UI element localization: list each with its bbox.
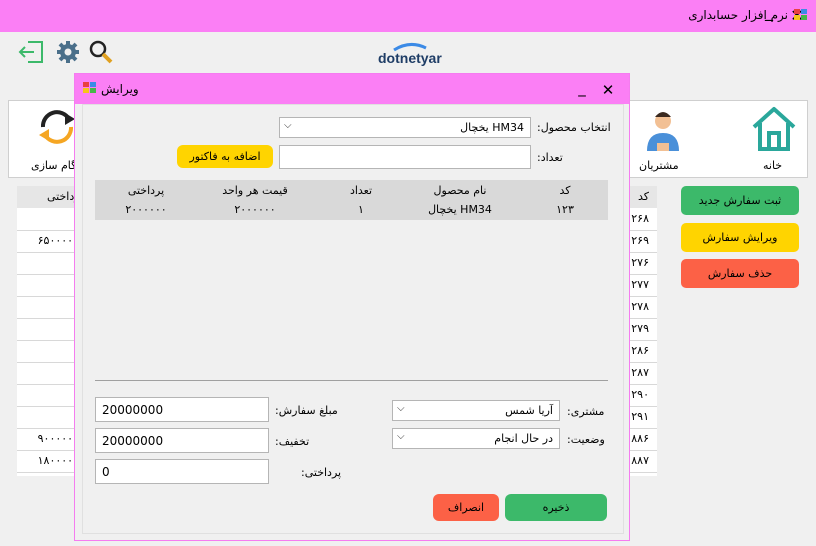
logo: dotnetyar <box>378 50 442 66</box>
row-ref: ۸۸۶ <box>631 432 649 445</box>
row-ref: ۲۸۶ <box>631 344 649 357</box>
add-to-invoice-button[interactable]: اضافه به فاکتور <box>177 145 273 168</box>
nav-home-label[interactable]: خانه <box>763 159 782 172</box>
row-ref: ۲۹۰ <box>631 388 649 401</box>
amount-value: 20000000 <box>102 403 164 417</box>
app-icon <box>794 9 807 20</box>
nav-customers-label[interactable]: مشتریان <box>639 159 679 172</box>
row-ref: ۸۸۷ <box>631 454 649 467</box>
exit-icon[interactable] <box>18 40 44 64</box>
customer-label: مشتری: <box>567 405 605 418</box>
row-paid: ۰ <box>21 344 79 357</box>
cell-qty[interactable]: ۱ <box>327 203 395 216</box>
row-paid: ۰ <box>21 278 79 291</box>
chevron-down-icon: ⌵ <box>397 431 405 442</box>
app-icon <box>83 82 96 93</box>
home-icon[interactable] <box>750 105 798 153</box>
dialog-body: یخچال HM34 ⌵ انتخاب محصول: تعداد: اضافه … <box>82 104 624 534</box>
amount-label: مبلغ سفارش: <box>275 404 338 417</box>
quantity-input[interactable] <box>279 145 531 169</box>
gear-icon[interactable] <box>56 40 80 64</box>
paid-value: 0 <box>102 465 110 479</box>
dialog-title: ویرایش <box>101 82 139 96</box>
dialog-title-bar: ویرایش _ ✕ <box>75 74 629 104</box>
row-ref: ۲۸۷ <box>631 366 649 379</box>
status-select[interactable]: در حال انجام ⌵ <box>392 428 560 449</box>
quantity-label: تعداد: <box>537 151 563 164</box>
col-code: کد <box>559 184 571 197</box>
row-ref: ۲۶۸ <box>631 212 649 225</box>
customers-icon[interactable] <box>641 105 685 155</box>
close-icon[interactable]: ✕ <box>595 78 621 102</box>
main-title-bar: ✕ _ نرم افزار حسابداری <box>0 0 816 32</box>
col-product-name: نام محصول <box>433 184 487 197</box>
paid-label: پرداختی: <box>301 466 342 479</box>
delete-order-button[interactable]: حذف سفارش <box>681 259 799 288</box>
grid-header-ref: کد <box>637 190 649 203</box>
discount-label: تخفیف: <box>275 435 310 448</box>
sync-icon[interactable] <box>35 105 79 149</box>
status-label: وضعیت: <box>567 433 605 446</box>
cell-product-name[interactable]: یخچال HM34 <box>415 203 505 216</box>
col-unit-price: قیمت هر واحد <box>222 184 288 197</box>
cell-code[interactable]: ۱۲۳ <box>535 203 595 216</box>
row-paid: ۰ <box>21 366 79 379</box>
row-paid: ۰ <box>21 212 79 225</box>
window-title: نرم افزار حسابداری <box>688 8 788 22</box>
row-paid: ۹۰۰۰۰۰۰ <box>37 432 79 445</box>
row-ref: ۲۷۸ <box>631 300 649 313</box>
row-paid: ۱۸۰۰۰۰۰ <box>37 454 79 467</box>
row-paid: ۰ <box>21 322 79 335</box>
customer-select-value: آریا شمس <box>505 404 553 417</box>
divider <box>95 380 608 381</box>
row-paid: ۰ <box>21 388 79 401</box>
invoice-items-header: کد نام محصول تعداد قیمت هر واحد پرداختی … <box>95 180 608 220</box>
row-ref: ۲۷۶ <box>631 256 649 269</box>
row-paid: ۰ <box>21 300 79 313</box>
save-button[interactable]: ذخیره <box>505 494 607 521</box>
row-ref: ۲۹۱ <box>631 410 649 423</box>
row-ref: ۲۶۹ <box>631 234 649 247</box>
product-label: انتخاب محصول: <box>537 121 611 134</box>
edit-order-button[interactable]: ویرایش سفارش <box>681 223 799 252</box>
customer-select[interactable]: آریا شمس ⌵ <box>392 400 560 421</box>
paid-input[interactable]: 0 <box>95 459 269 484</box>
cell-paid[interactable]: ۲۰۰۰۰۰۰ <box>115 203 177 216</box>
status-select-value: در حال انجام <box>494 432 553 445</box>
row-paid: ۰ <box>21 256 79 269</box>
row-paid: ۰ <box>21 410 79 423</box>
product-select-value: یخچال HM34 <box>460 121 524 134</box>
discount-value: 20000000 <box>102 434 164 448</box>
minimize-icon[interactable]: _ <box>569 76 595 100</box>
col-qty: تعداد <box>349 184 373 197</box>
amount-input[interactable]: 20000000 <box>95 397 269 422</box>
edit-dialog: ویرایش _ ✕ یخچال HM34 ⌵ انتخاب محصول: تع… <box>74 73 630 541</box>
chevron-down-icon: ⌵ <box>284 120 292 131</box>
row-ref: ۲۷۷ <box>631 278 649 291</box>
row-paid: ۶۵۰۰۰۰۰ <box>37 234 79 247</box>
new-order-button[interactable]: ثبت سفارش جدید <box>681 186 799 215</box>
row-ref: ۲۷۹ <box>631 322 649 335</box>
search-icon[interactable] <box>88 39 114 65</box>
invoice-items-table: کد نام محصول تعداد قیمت هر واحد پرداختی … <box>95 180 608 380</box>
product-select[interactable]: یخچال HM34 ⌵ <box>279 117 531 138</box>
discount-input[interactable]: 20000000 <box>95 428 269 453</box>
cancel-button[interactable]: انصراف <box>433 494 499 521</box>
cell-unit-price[interactable]: ۲۰۰۰۰۰۰ <box>205 203 305 216</box>
col-paid: پرداختی <box>127 184 165 197</box>
chevron-down-icon: ⌵ <box>397 403 405 414</box>
